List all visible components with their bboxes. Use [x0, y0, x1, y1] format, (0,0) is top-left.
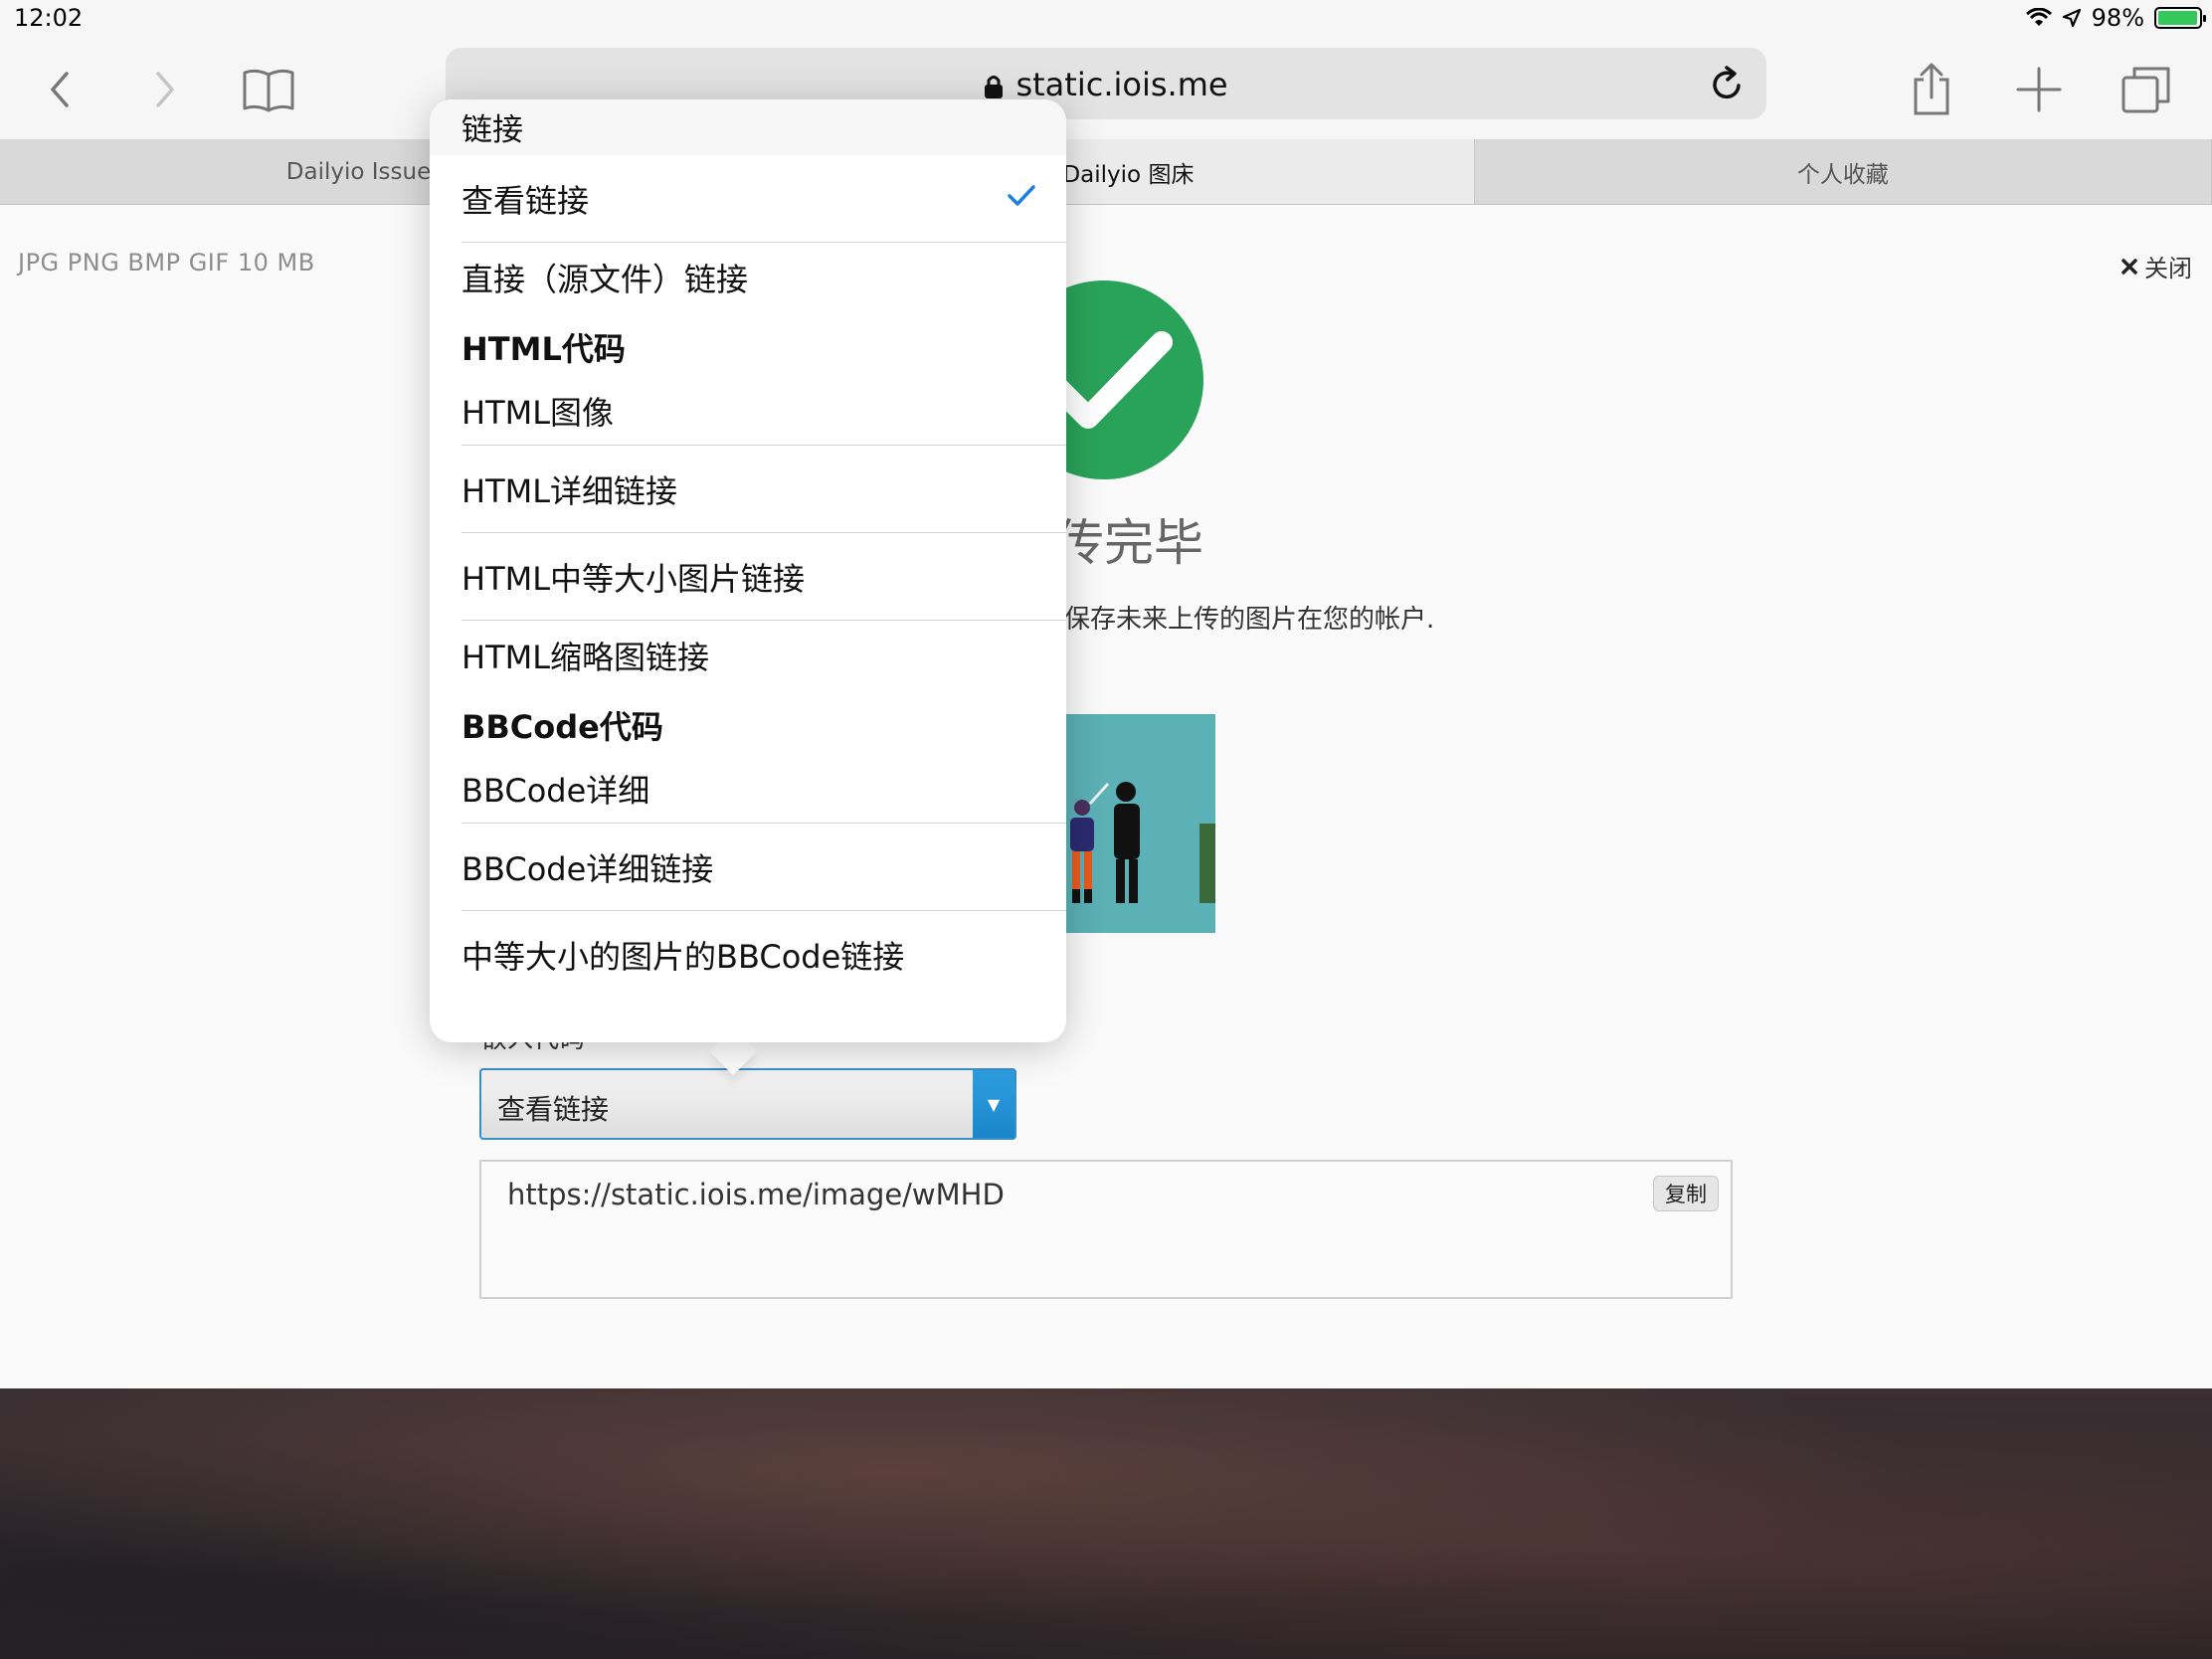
tab-strip: Dailyio Issue# 床 - Dailyio 图床 个人收藏 [0, 139, 2212, 205]
picker-option-html-medium-link[interactable]: HTML中等大小图片链接 [430, 533, 1066, 621]
picker-option-bbcode-medium-link[interactable]: 中等大小的图片的BBCode链接 [430, 911, 1066, 999]
status-bar: 12:02 98% [0, 0, 2212, 40]
checkmark-icon [1008, 185, 1035, 206]
picker-option-label: HTML图像 [461, 394, 615, 432]
dropdown-arrow-icon[interactable]: ▼ [973, 1070, 1014, 1138]
book-icon[interactable] [239, 60, 298, 119]
embed-code-value[interactable]: https://static.iois.me/image/wMHD [507, 1178, 1005, 1211]
picker-option-html-image[interactable]: HTML图像 [430, 376, 1066, 446]
picker-option-bbcode-detail[interactable]: BBCode详细 [430, 754, 1066, 824]
copy-button[interactable]: 复制 [1653, 1176, 1719, 1211]
page-content: JPG PNG BMP GIF 10 MB 关闭 传完毕 保存未来上传的图片在您… [0, 205, 2212, 1388]
wifi-icon [2025, 8, 2052, 26]
embed-code-textarea[interactable]: https://static.iois.me/image/wMHD 复制 [479, 1160, 1733, 1299]
picker-option-label: HTML详细链接 [461, 472, 678, 510]
picker-option-label: 直接（源文件）链接 [461, 261, 749, 298]
picker-group-html: HTML代码 [461, 330, 626, 368]
picker-option-label: 查看链接 [461, 182, 590, 220]
close-label: 关闭 [2144, 255, 2192, 282]
embed-format-select[interactable]: 查看链接 ▼ [479, 1068, 1016, 1140]
lock-icon [985, 76, 1004, 98]
picker-option-label: HTML中等大小图片链接 [461, 560, 806, 598]
picker-option-view-link[interactable]: 查看链接 [430, 155, 1066, 243]
share-icon[interactable] [1902, 60, 1961, 119]
reload-icon[interactable] [1711, 66, 1745, 105]
battery-percent: 98% [2091, 4, 2144, 32]
picker-option-label: HTML缩略图链接 [461, 639, 710, 676]
picker-option-bbcode-detail-link[interactable]: BBCode详细链接 [430, 824, 1066, 911]
location-icon [2062, 8, 2081, 28]
background-photo [0, 1388, 2212, 1659]
chevron-right-icon[interactable] [135, 60, 195, 119]
select-picker-popover: 链接 查看链接 直接（源文件）链接 HTML代码 HTML图像 HTML详细链接… [430, 99, 1066, 1042]
tabs-icon[interactable] [2117, 60, 2176, 119]
status-indicators: 98% [2025, 4, 2206, 32]
tab-personal-favorites[interactable]: 个人收藏 [1475, 139, 2212, 204]
battery-icon [2154, 7, 2206, 29]
picker-option-label: BBCode详细链接 [461, 850, 714, 888]
close-button[interactable]: 关闭 [2120, 249, 2192, 283]
embed-format-value: 查看链接 [497, 1093, 610, 1126]
chevron-left-icon[interactable] [30, 60, 90, 119]
picker-group-bbcode: BBCode代码 [461, 708, 663, 746]
picker-option-html-thumbnail-link[interactable]: HTML缩略图链接 [430, 621, 1066, 690]
plus-icon[interactable] [2009, 60, 2069, 119]
upload-complete-title: 传完毕 [1054, 514, 1203, 572]
picker-option-direct-link[interactable]: 直接（源文件）链接 [430, 243, 1066, 312]
url-text: static.iois.me [1015, 66, 1228, 103]
allowed-formats: JPG PNG BMP GIF 10 MB [18, 249, 315, 276]
upload-complete-subtitle: 保存未来上传的图片在您的帐户. [1064, 605, 1435, 635]
picker-group-links: 链接 [430, 99, 1066, 155]
url-display[interactable]: static.iois.me [446, 66, 1766, 103]
picker-option-label: 中等大小的图片的BBCode链接 [461, 938, 905, 976]
browser-toolbar: static.iois.me [0, 40, 2212, 139]
picker-option-html-detail-link[interactable]: HTML详细链接 [430, 446, 1066, 533]
clock: 12:02 [14, 4, 84, 32]
picker-option-label: BBCode详细 [461, 772, 650, 810]
close-icon [2121, 258, 2137, 275]
